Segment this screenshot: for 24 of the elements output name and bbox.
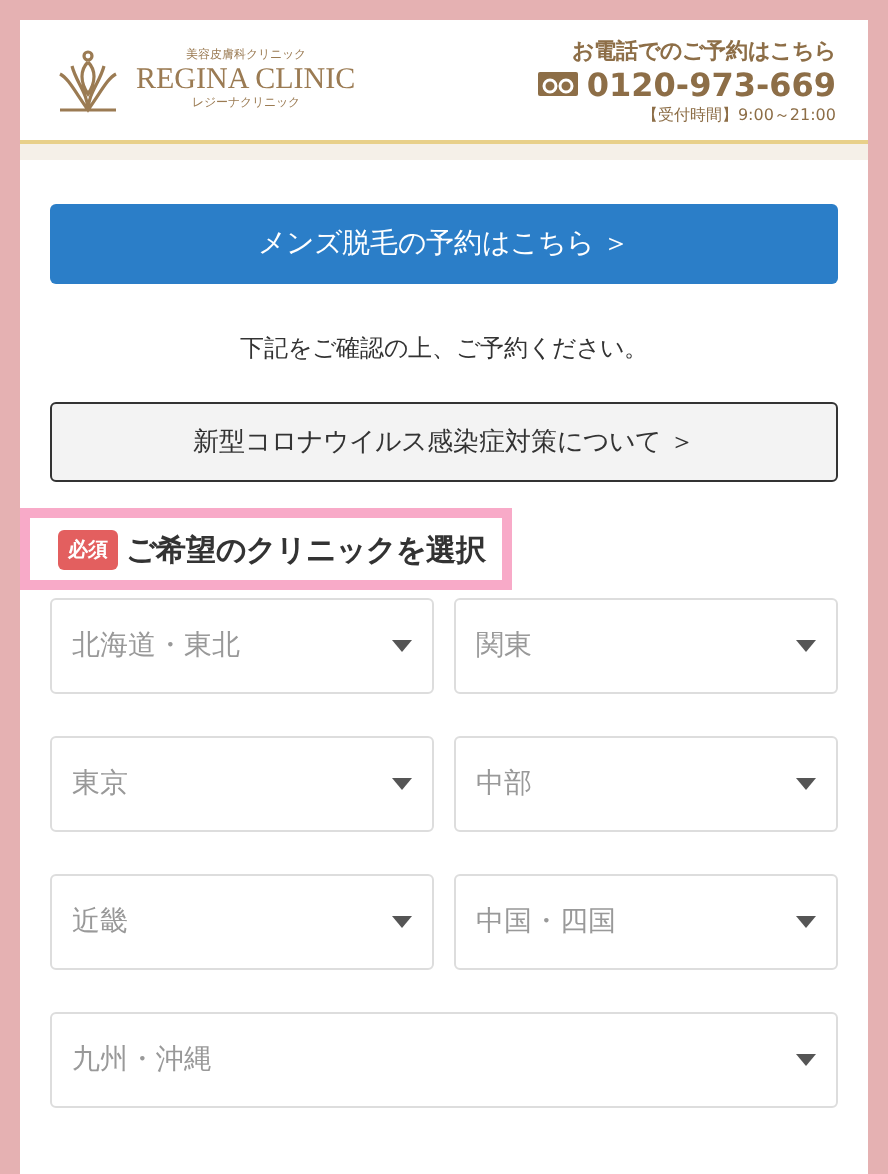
caret-icon — [796, 778, 816, 790]
caret-icon — [392, 916, 412, 928]
caret-icon — [796, 1054, 816, 1066]
caret-icon — [392, 778, 412, 790]
caret-icon — [796, 916, 816, 928]
reception-hours: 【受付時間】9:00～21:00 — [641, 103, 836, 125]
region-select[interactable]: 近畿 — [50, 874, 434, 970]
section-title: ご希望のクリニックを選択 — [126, 531, 486, 569]
caret-icon — [392, 640, 412, 652]
mens-booking-button[interactable]: メンズ脱毛の予約はこちら ＞ — [50, 204, 838, 284]
region-select[interactable]: 東京 — [50, 736, 434, 832]
region-select[interactable]: 九州・沖縄 — [50, 1012, 838, 1108]
caret-icon — [796, 640, 816, 652]
region-select[interactable]: 関東 — [454, 598, 838, 694]
phone-number[interactable]: 0120-973-669 — [586, 65, 836, 103]
phone-caption: お電話でのご予約はこちら — [572, 35, 836, 65]
free-dial-icon — [538, 72, 579, 96]
covid-info-button[interactable]: 新型コロナウイルス感染症対策について ＞ — [50, 402, 838, 482]
logo-name: REGINA CLINIC — [136, 64, 356, 96]
notice-text: 下記をご確認の上、ご予約ください。 — [238, 332, 650, 366]
region-select[interactable]: 中部 — [454, 736, 838, 832]
region-select[interactable]: 中国・四国 — [454, 874, 838, 970]
required-badge: 必須 — [58, 530, 118, 570]
region-select[interactable]: 北海道・東北 — [50, 598, 434, 694]
